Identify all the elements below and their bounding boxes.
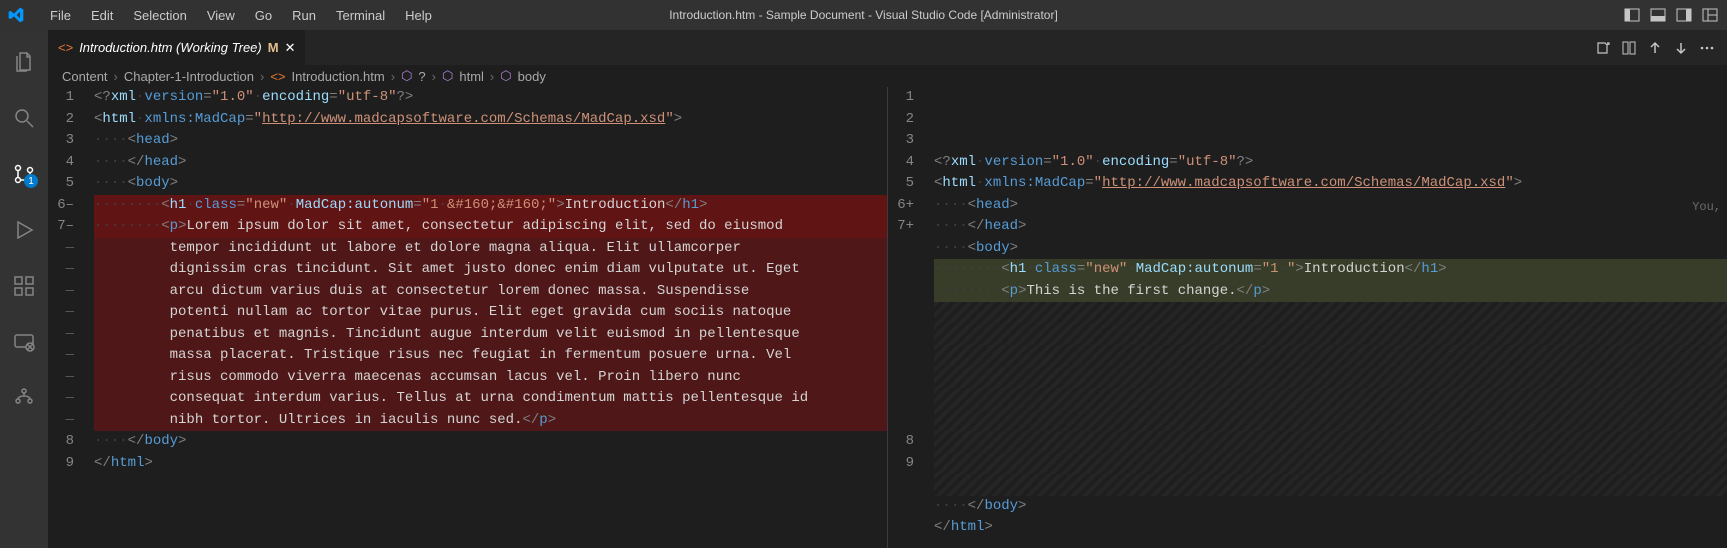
line-numbers: 123456+7+89 [888, 87, 934, 548]
editor-actions [1595, 30, 1727, 65]
line-numbers: 123456–7–89 [48, 87, 94, 548]
diff-modified-pane[interactable]: 123456+7+89 You, <?xml·version="1.0"·enc… [888, 87, 1727, 548]
code-content[interactable]: You, <?xml·version="1.0"·encoding="utf-8… [934, 87, 1727, 548]
extensions-icon[interactable] [0, 262, 48, 310]
next-change-icon[interactable] [1673, 40, 1689, 56]
menu-help[interactable]: Help [395, 4, 442, 27]
chevron-right-icon: › [432, 69, 436, 84]
vscode-logo-icon [8, 7, 24, 23]
titlebar: File Edit Selection View Go Run Terminal… [0, 0, 1727, 30]
modified-badge: M [268, 40, 279, 55]
menubar: File Edit Selection View Go Run Terminal… [40, 4, 442, 27]
toggle-primary-sidebar-icon[interactable] [1623, 6, 1641, 24]
menu-terminal[interactable]: Terminal [326, 4, 395, 27]
breadcrumb-item[interactable]: Chapter-1-Introduction [124, 69, 254, 84]
git-graph-icon[interactable] [0, 374, 48, 422]
breadcrumb-item[interactable]: Introduction.htm [292, 69, 385, 84]
breadcrumb-item[interactable]: body [518, 69, 546, 84]
toggle-secondary-sidebar-icon[interactable] [1675, 6, 1693, 24]
toggle-inline-icon[interactable] [1621, 40, 1637, 56]
scm-badge: 1 [24, 174, 38, 188]
customize-layout-icon[interactable] [1701, 6, 1719, 24]
toggle-panel-icon[interactable] [1649, 6, 1667, 24]
tab-label: Introduction.htm (Working Tree) [79, 40, 262, 55]
search-icon[interactable] [0, 94, 48, 142]
chevron-right-icon: › [260, 69, 264, 84]
html-file-icon: <> [58, 40, 73, 55]
menu-go[interactable]: Go [245, 4, 282, 27]
open-file-icon[interactable] [1595, 40, 1611, 56]
chevron-right-icon: › [114, 69, 118, 84]
diff-original-pane[interactable]: 123456–7–89 <?xml·version="1.0"·encoding… [48, 87, 888, 548]
tag-icon: ⬡ [401, 68, 412, 84]
menu-run[interactable]: Run [282, 4, 326, 27]
tag-icon: ⬡ [442, 68, 453, 84]
breadcrumb-item[interactable]: Content [62, 69, 108, 84]
menu-edit[interactable]: Edit [81, 4, 123, 27]
breadcrumbs[interactable]: Content › Chapter-1-Introduction › <> In… [48, 65, 1727, 87]
diff-editor[interactable]: 123456–7–89 <?xml·version="1.0"·encoding… [48, 87, 1727, 548]
menu-file[interactable]: File [40, 4, 81, 27]
menu-selection[interactable]: Selection [123, 4, 196, 27]
window-title: Introduction.htm - Sample Document - Vis… [669, 8, 1058, 22]
breadcrumb-item[interactable]: html [459, 69, 484, 84]
activity-bar: 1 [0, 30, 48, 548]
previous-change-icon[interactable] [1647, 40, 1663, 56]
explorer-icon[interactable] [0, 38, 48, 86]
code-content[interactable]: <?xml·version="1.0"·encoding="utf-8"?><h… [94, 87, 887, 548]
editor-area: <> Introduction.htm (Working Tree) M ✕ C… [48, 30, 1727, 548]
tab-bar: <> Introduction.htm (Working Tree) M ✕ [48, 30, 1727, 65]
tag-icon: ⬡ [500, 68, 511, 84]
more-actions-icon[interactable] [1699, 40, 1715, 56]
chevron-right-icon: › [391, 69, 395, 84]
run-debug-icon[interactable] [0, 206, 48, 254]
layout-controls [1623, 6, 1719, 24]
html-file-icon: <> [270, 69, 285, 84]
chevron-right-icon: › [490, 69, 494, 84]
close-icon[interactable]: ✕ [285, 40, 296, 56]
menu-view[interactable]: View [197, 4, 245, 27]
remote-icon[interactable] [0, 318, 48, 366]
breadcrumb-item[interactable]: ? [418, 69, 425, 84]
tab-introduction[interactable]: <> Introduction.htm (Working Tree) M ✕ [48, 30, 306, 65]
source-control-icon[interactable]: 1 [0, 150, 48, 198]
